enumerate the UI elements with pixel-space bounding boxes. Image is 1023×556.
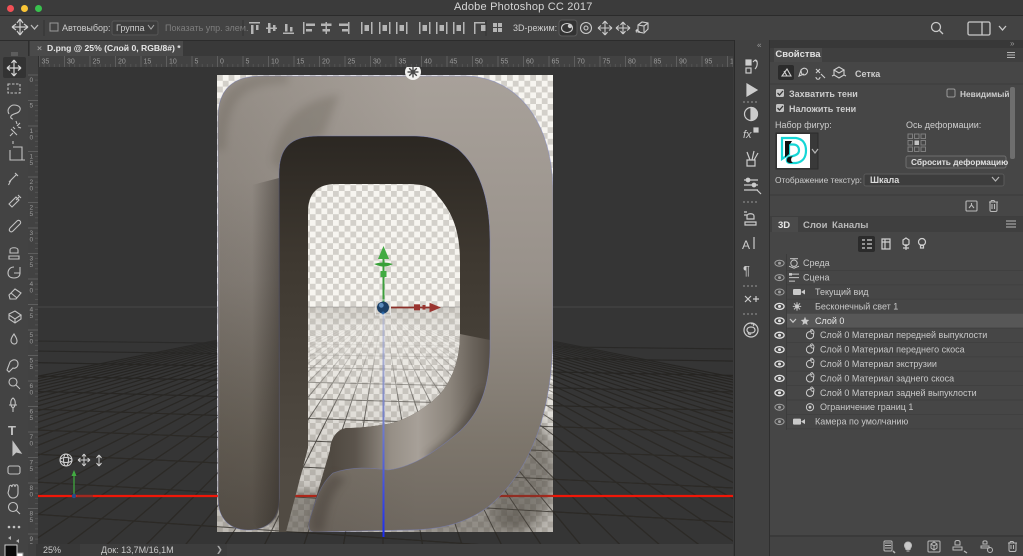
- svg-text:5: 5: [30, 262, 34, 269]
- svg-text:60: 60: [526, 59, 534, 66]
- svg-text:10: 10: [271, 59, 279, 66]
- svg-text:¶: ¶: [743, 263, 750, 278]
- svg-text:Сбросить деформацию: Сбросить деформацию: [911, 157, 1008, 167]
- svg-text:3D: 3D: [778, 220, 790, 231]
- svg-text:30: 30: [373, 59, 381, 66]
- svg-text:5: 5: [30, 415, 34, 422]
- svg-text:0: 0: [30, 288, 34, 295]
- svg-text:Шкала: Шкала: [870, 175, 900, 185]
- svg-text:70: 70: [577, 59, 585, 66]
- svg-text:5: 5: [30, 160, 34, 167]
- svg-text:20: 20: [118, 59, 126, 66]
- svg-text:A: A: [742, 238, 750, 252]
- svg-text:5: 5: [246, 59, 250, 66]
- svg-text:50: 50: [475, 59, 483, 66]
- svg-text:15: 15: [144, 59, 152, 66]
- svg-text:75: 75: [603, 59, 611, 66]
- svg-text:Слой 0 Материал заднего скоса: Слой 0 Материал заднего скоса: [820, 373, 954, 383]
- svg-text:40: 40: [424, 59, 432, 66]
- svg-text:95: 95: [705, 59, 713, 66]
- svg-text:35: 35: [42, 59, 50, 66]
- svg-text:55: 55: [501, 59, 509, 66]
- svg-text:5: 5: [195, 59, 199, 66]
- svg-text:5: 5: [30, 466, 34, 473]
- svg-text:Наложить тени: Наложить тени: [789, 104, 856, 114]
- svg-text:Слой 0 Материал переднего скос: Слой 0 Материал переднего скоса: [820, 345, 965, 355]
- svg-text:0: 0: [30, 390, 34, 397]
- svg-text:Текущий вид: Текущий вид: [815, 287, 869, 297]
- svg-text:Каналы: Каналы: [832, 220, 868, 231]
- svg-text:80: 80: [628, 59, 636, 66]
- svg-text:Среда: Среда: [803, 258, 830, 268]
- svg-text:Слой 0 Материал задней выпукло: Слой 0 Материал задней выпуклости: [820, 388, 977, 398]
- svg-text:10: 10: [169, 59, 177, 66]
- svg-text:5: 5: [30, 517, 34, 524]
- svg-text:Слой 0 Материал экструзии: Слой 0 Материал экструзии: [820, 359, 937, 369]
- svg-text:Группа: Группа: [116, 23, 145, 33]
- svg-text:25: 25: [93, 59, 101, 66]
- svg-text:Захватить тени: Захватить тени: [789, 89, 858, 99]
- svg-text:5: 5: [30, 313, 34, 320]
- svg-text:0: 0: [30, 186, 34, 193]
- svg-text:Невидимый: Невидимый: [960, 89, 1010, 99]
- svg-text:5: 5: [30, 364, 34, 371]
- svg-text:Автовыбор:: Автовыбор:: [62, 23, 111, 33]
- svg-text:T: T: [8, 423, 16, 438]
- svg-text:25: 25: [348, 59, 356, 66]
- svg-text:Ограничение границ 1: Ограничение границ 1: [820, 402, 913, 412]
- svg-text:Набор фигур:: Набор фигур:: [775, 120, 832, 130]
- svg-text:Слой 0: Слой 0: [815, 316, 844, 326]
- svg-text:0: 0: [30, 135, 34, 142]
- svg-text:5: 5: [30, 211, 34, 218]
- svg-text:35: 35: [399, 59, 407, 66]
- svg-text:0: 0: [30, 492, 34, 499]
- svg-text:0: 0: [30, 441, 34, 448]
- svg-text:Камера по умолчанию: Камера по умолчанию: [815, 417, 908, 427]
- svg-text:90: 90: [679, 59, 687, 66]
- svg-text:Сетка: Сетка: [855, 69, 881, 79]
- svg-text:Сцена: Сцена: [803, 273, 830, 283]
- svg-text:5: 5: [30, 103, 34, 110]
- svg-text:Слои: Слои: [803, 220, 828, 231]
- svg-text:45: 45: [450, 59, 458, 66]
- svg-text:«: «: [757, 41, 762, 50]
- svg-text:0: 0: [30, 339, 34, 346]
- svg-text:Слой 0 Материал передней выпук: Слой 0 Материал передней выпуклости: [820, 330, 987, 340]
- svg-text:85: 85: [654, 59, 662, 66]
- svg-text:Отображение текстур:: Отображение текстур:: [775, 175, 862, 185]
- svg-text:65: 65: [552, 59, 560, 66]
- svg-text:0: 0: [30, 237, 34, 244]
- svg-text:fx: fx: [743, 129, 752, 141]
- svg-text:0: 0: [220, 59, 224, 66]
- svg-text:30: 30: [67, 59, 75, 66]
- svg-text:20: 20: [322, 59, 330, 66]
- svg-text:Бесконечный свет 1: Бесконечный свет 1: [815, 301, 898, 311]
- svg-text:0: 0: [30, 77, 34, 84]
- svg-text:15: 15: [297, 59, 305, 66]
- svg-text:3D-режим:: 3D-режим:: [513, 23, 557, 33]
- svg-text:Показать упр. элем.: Показать упр. элем.: [165, 23, 248, 33]
- svg-text:Ось деформации:: Ось деформации:: [906, 120, 981, 130]
